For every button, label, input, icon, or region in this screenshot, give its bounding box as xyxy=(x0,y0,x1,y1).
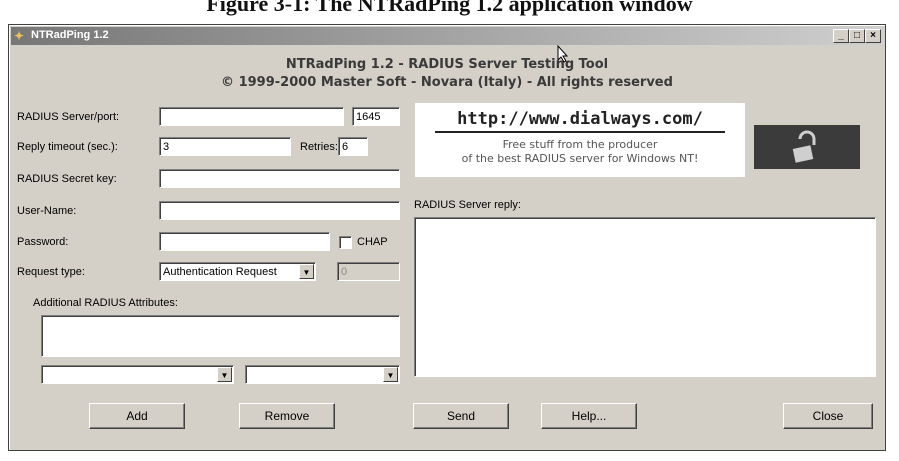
attribute-name-select[interactable]: ▼ xyxy=(41,365,234,384)
chevron-down-icon[interactable]: ▼ xyxy=(217,367,232,382)
attribute-value-select[interactable]: ▼ xyxy=(245,365,400,384)
request-type-select[interactable]: Authentication Request ▼ xyxy=(159,262,316,281)
figure-caption: Figure 3-1: The NTRadPing 1.2 applicatio… xyxy=(206,0,693,16)
username-input[interactable] xyxy=(159,201,400,220)
secret-key-label: RADIUS Secret key: xyxy=(17,173,117,185)
logo-image xyxy=(754,125,860,169)
reply-timeout-label: Reply timeout (sec.): xyxy=(17,141,118,153)
request-type-label: Request type: xyxy=(17,266,85,278)
advertisement-panel: http://www.dialways.com/ Free stuff from… xyxy=(415,103,745,177)
maximize-button[interactable]: □ xyxy=(849,29,865,43)
header-title: NTRadPing 1.2 - RADIUS Server Testing To… xyxy=(285,57,609,72)
chap-label: CHAP xyxy=(357,236,388,248)
additional-attributes-list[interactable] xyxy=(41,315,400,357)
ad-text-line1: Free stuff from the producer xyxy=(502,138,658,151)
ad-text-line2: of the best RADIUS server for Windows NT… xyxy=(461,152,699,165)
request-type-value: Authentication Request xyxy=(163,266,277,278)
link-underline xyxy=(435,131,725,133)
timeout-input[interactable]: 3 xyxy=(159,137,291,156)
help-button[interactable]: Help... xyxy=(541,403,637,429)
window-title: NTRadPing 1.2 xyxy=(31,29,109,41)
remove-button[interactable]: Remove xyxy=(239,403,335,429)
additional-attributes-label: Additional RADIUS Attributes: xyxy=(33,297,178,309)
secret-key-input[interactable] xyxy=(159,169,400,188)
add-button[interactable]: Add xyxy=(89,403,185,429)
chevron-down-icon[interactable]: ▼ xyxy=(299,264,314,279)
padlock-icon xyxy=(792,130,816,163)
retries-label: Retries: xyxy=(300,141,338,153)
request-code-input: 0 xyxy=(337,262,400,281)
close-window-button[interactable]: × xyxy=(865,29,881,43)
chap-checkbox[interactable] xyxy=(339,236,352,249)
username-label: User-Name: xyxy=(17,205,77,217)
cursor-icon xyxy=(557,45,569,63)
retries-input[interactable]: 6 xyxy=(338,137,368,156)
minimize-button[interactable]: _ xyxy=(833,29,849,43)
title-bar[interactable]: ✦ NTRadPing 1.2 _ □ × xyxy=(11,27,883,45)
password-input[interactable] xyxy=(159,232,330,251)
app-icon: ✦ xyxy=(14,29,25,43)
send-button[interactable]: Send xyxy=(413,403,509,429)
dialways-link[interactable]: http://www.dialways.com/ xyxy=(415,109,745,129)
server-port-label: RADIUS Server/port: xyxy=(17,111,120,123)
close-button[interactable]: Close xyxy=(783,403,873,429)
password-label: Password: xyxy=(17,236,69,248)
server-reply-label: RADIUS Server reply: xyxy=(414,199,521,211)
ntradping-window: ✦ NTRadPing 1.2 _ □ × NTRadPing 1.2 - RA… xyxy=(8,24,886,451)
header-copyright: © 1999-2000 Master Soft - Novara (Italy)… xyxy=(221,75,673,90)
server-reply-box[interactable] xyxy=(414,217,876,377)
server-input[interactable] xyxy=(159,107,344,126)
chevron-down-icon[interactable]: ▼ xyxy=(383,367,398,382)
port-input[interactable]: 1645 xyxy=(352,107,400,126)
